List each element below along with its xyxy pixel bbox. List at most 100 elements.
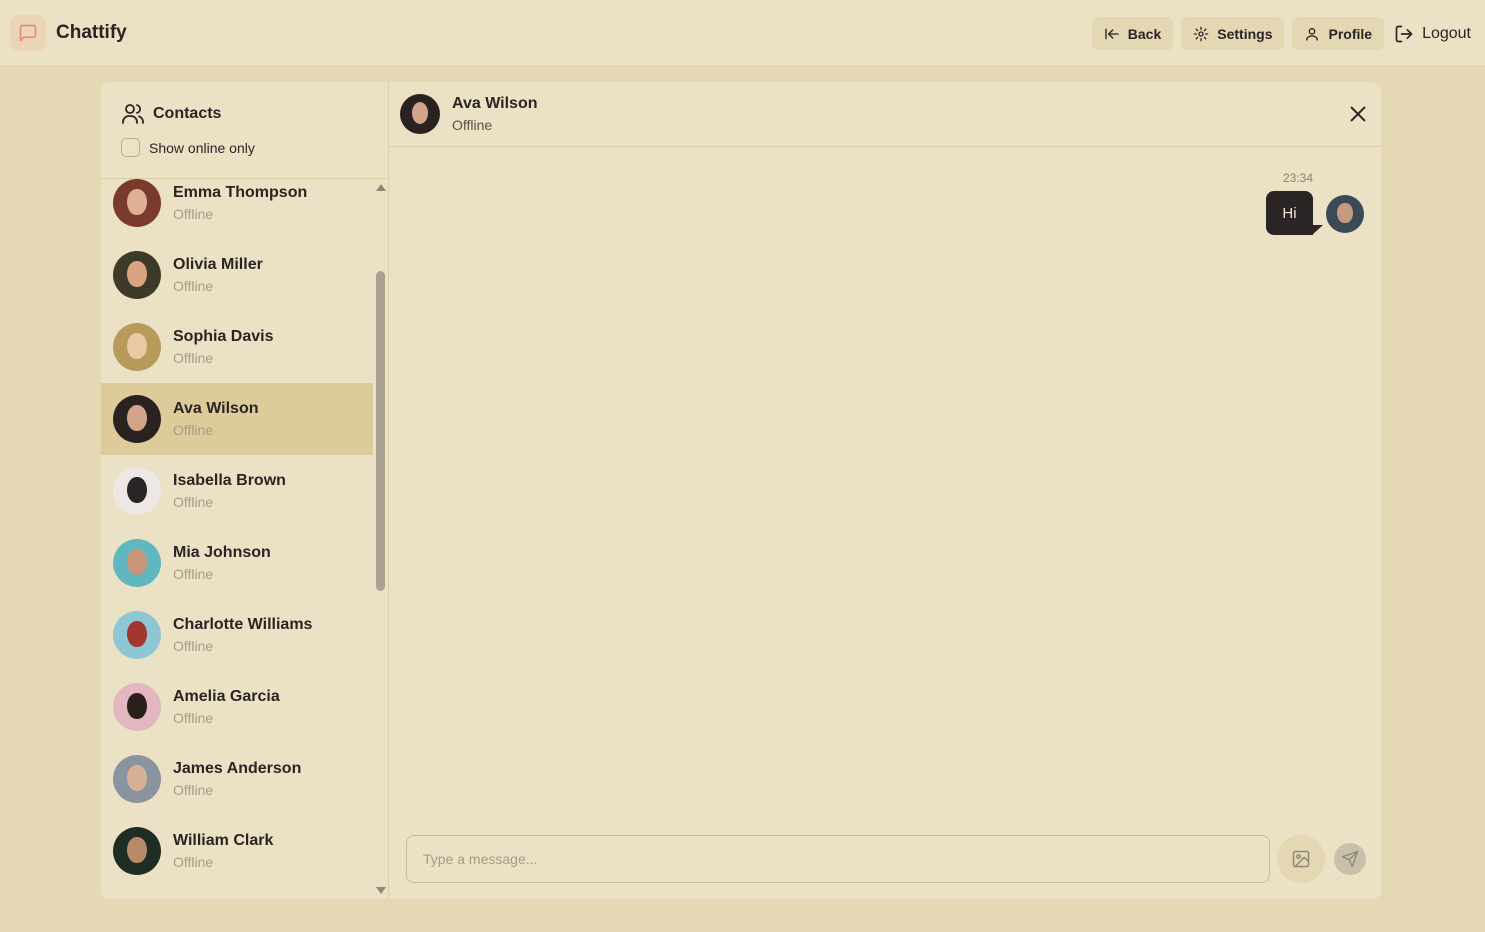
- my-avatar: [1326, 195, 1364, 233]
- contact-item[interactable]: Ava Wilson Offline: [101, 383, 373, 455]
- close-icon: [1350, 106, 1366, 122]
- avatar: [113, 611, 161, 659]
- peer-avatar: [400, 94, 440, 134]
- profile-button[interactable]: Profile: [1292, 17, 1385, 50]
- peer-name: Ava Wilson: [452, 95, 538, 112]
- contact-item[interactable]: Mia Johnson Offline: [101, 527, 373, 599]
- contact-name: Isabella Brown: [173, 472, 286, 489]
- contacts-scrollbar[interactable]: [373, 179, 389, 899]
- peer-info: Ava Wilson Offline: [452, 94, 538, 134]
- back-button[interactable]: Back: [1091, 17, 1174, 50]
- avatar: [113, 251, 161, 299]
- message-composer: [389, 827, 1381, 899]
- avatar: [113, 827, 161, 875]
- profile-label: Profile: [1328, 25, 1373, 42]
- contact-status: Offline: [173, 638, 214, 654]
- message-input[interactable]: [406, 835, 1270, 883]
- send-icon: [1341, 850, 1359, 868]
- avatar: [113, 539, 161, 587]
- contact-name: William Clark: [173, 832, 274, 849]
- contact-status: Offline: [173, 422, 214, 438]
- attach-image-button[interactable]: [1277, 835, 1325, 883]
- brand[interactable]: Chattify: [10, 15, 127, 51]
- contact-info: Isabella Brown Offline: [173, 471, 286, 511]
- message-area: 23:34 Hi: [389, 147, 1381, 827]
- avatar: [113, 179, 161, 227]
- nav-actions: Back Settings Profile Logout: [1084, 17, 1473, 50]
- message-bubble-tail: [1312, 225, 1323, 235]
- scroll-thumb[interactable]: [376, 271, 385, 591]
- contact-status: Offline: [173, 494, 214, 510]
- contact-item[interactable]: Olivia Miller Offline: [101, 239, 373, 311]
- top-navbar: Chattify Back Settings Profile Logout: [0, 0, 1485, 67]
- contact-status: Offline: [173, 782, 214, 798]
- chat-pane: Ava Wilson Offline 23:34 Hi: [389, 82, 1381, 899]
- contact-status: Offline: [173, 854, 214, 870]
- online-only-label: Show online only: [149, 139, 255, 156]
- message-timestamp: 23:34: [1282, 171, 1313, 185]
- contacts-sidebar: Contacts Show online only Emma Thompson O…: [101, 82, 389, 899]
- online-only-checkbox[interactable]: [121, 138, 140, 157]
- contact-info: Olivia Miller Offline: [173, 255, 263, 295]
- settings-label: Settings: [1217, 25, 1273, 42]
- users-icon: [122, 104, 144, 124]
- contact-status: Offline: [173, 350, 214, 366]
- scroll-up-arrow[interactable]: [376, 184, 386, 191]
- online-only-filter[interactable]: Show online only: [121, 138, 388, 157]
- contact-name: Emma Thompson: [173, 184, 308, 201]
- contact-name: Ava Wilson: [173, 400, 259, 417]
- gear-icon: [1193, 26, 1209, 41]
- image-icon: [1292, 850, 1310, 868]
- contacts-header: Contacts Show online only: [101, 82, 388, 179]
- contact-status: Offline: [173, 710, 214, 726]
- avatar: [113, 323, 161, 371]
- contact-name: Amelia Garcia: [173, 688, 280, 705]
- back-label: Back: [1127, 25, 1162, 42]
- contact-item[interactable]: Isabella Brown Offline: [101, 455, 373, 527]
- user-icon: [1306, 27, 1319, 41]
- contacts-title: Contacts: [121, 102, 388, 126]
- scroll-down-arrow[interactable]: [376, 887, 386, 894]
- contact-info: Amelia Garcia Offline: [173, 687, 280, 727]
- contact-info: Emma Thompson Offline: [173, 183, 307, 223]
- contact-name: Olivia Miller: [173, 256, 263, 273]
- message-bubble: Hi: [1266, 191, 1313, 235]
- contact-item[interactable]: Charlotte Williams Offline: [101, 599, 373, 671]
- contact-name: Mia Johnson: [173, 544, 271, 561]
- contact-name: James Anderson: [173, 760, 302, 777]
- settings-button[interactable]: Settings: [1181, 17, 1285, 50]
- logout-button[interactable]: Logout: [1392, 24, 1473, 44]
- contacts-title-label: Contacts: [153, 105, 222, 122]
- arrow-left-to-line-icon: [1105, 28, 1119, 39]
- contact-name: Charlotte Williams: [173, 616, 313, 633]
- contact-status: Offline: [173, 566, 214, 582]
- contact-name: Sophia Davis: [173, 328, 274, 345]
- contact-info: Ava Wilson Offline: [173, 399, 259, 439]
- contact-info: Mia Johnson Offline: [173, 543, 271, 583]
- avatar: [113, 683, 161, 731]
- close-chat-button[interactable]: [1347, 103, 1369, 125]
- message-square-icon: [10, 15, 46, 51]
- contact-info: Sophia Davis Offline: [173, 327, 273, 367]
- contact-status: Offline: [173, 278, 214, 294]
- contact-info: James Anderson Offline: [173, 759, 301, 799]
- logout-label: Logout: [1422, 24, 1471, 42]
- contact-item[interactable]: Emma Thompson Offline: [101, 179, 373, 239]
- contact-item[interactable]: Sophia Davis Offline: [101, 311, 373, 383]
- chat-header: Ava Wilson Offline: [389, 82, 1381, 147]
- app-name: Chattify: [56, 22, 127, 43]
- contact-info: William Clark Offline: [173, 831, 273, 871]
- logout-icon: [1395, 25, 1413, 42]
- avatar: [113, 467, 161, 515]
- send-button[interactable]: [1334, 843, 1366, 875]
- chat-card: Contacts Show online only Emma Thompson O…: [101, 82, 1381, 899]
- contact-item[interactable]: Amelia Garcia Offline: [101, 671, 373, 743]
- contact-info: Charlotte Williams Offline: [173, 615, 312, 655]
- contact-status: Offline: [173, 206, 214, 222]
- avatar: [113, 755, 161, 803]
- contact-item[interactable]: William Clark Offline: [101, 815, 373, 887]
- contact-list[interactable]: Emma Thompson Offline Olivia Miller Offline…: [101, 179, 373, 899]
- peer-status: Offline: [452, 117, 493, 133]
- avatar: [113, 395, 161, 443]
- contact-item[interactable]: James Anderson Offline: [101, 743, 373, 815]
